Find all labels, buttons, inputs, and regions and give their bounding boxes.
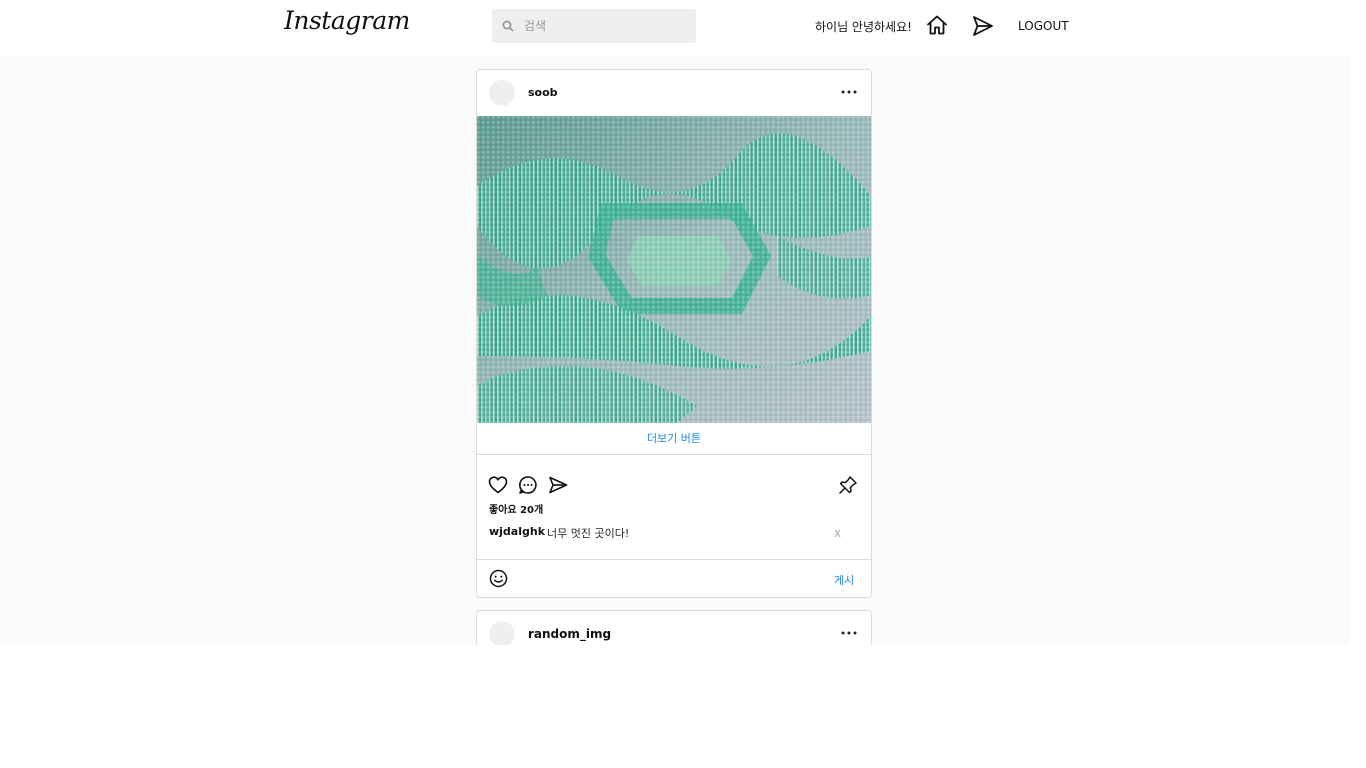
post-comment-button[interactable]: 게시 (834, 572, 854, 588)
post-card: random_img (476, 610, 872, 645)
heart-icon[interactable] (488, 475, 508, 495)
comment-text: 너무 멋진 곳이다! (547, 527, 630, 540)
post-image[interactable] (477, 116, 871, 423)
post-username[interactable]: soob (528, 86, 558, 99)
delete-comment-button[interactable]: x (834, 526, 841, 540)
logout-button[interactable]: LOGOUT (1018, 19, 1069, 33)
post-username[interactable]: random_img (528, 627, 611, 641)
avatar[interactable] (489, 80, 515, 106)
likes-count: 좋아요 20개 (489, 505, 544, 516)
comment-input-bar: 게시 (477, 560, 871, 597)
search-icon (502, 20, 514, 32)
post-actions: 좋아요 20개 wjdalghk 너무 멋진 곳이다! x (477, 455, 871, 560)
post-header: random_img (477, 611, 871, 645)
search-box[interactable] (492, 9, 696, 43)
avatar[interactable] (489, 621, 515, 645)
home-icon[interactable] (926, 14, 948, 36)
instagram-logo[interactable]: Instagram (284, 6, 410, 35)
send-icon[interactable] (972, 15, 994, 37)
feed: soob 더보기 버튼 좋아요 20개 wjdalghk 너무 멋진 곳이다! … (0, 56, 1349, 645)
search-input[interactable] (524, 9, 684, 43)
post-card: soob 더보기 버튼 좋아요 20개 wjdalghk 너무 멋진 곳이다! … (476, 69, 872, 598)
pin-icon[interactable] (838, 475, 858, 495)
more-options-icon[interactable] (839, 621, 859, 645)
top-navbar: Instagram 하이님 안녕하세요! LOGOUT (0, 0, 1349, 56)
scrollbar[interactable] (1349, 0, 1366, 645)
greeting-text: 하이님 안녕하세요! (815, 20, 912, 34)
more-options-icon[interactable] (839, 80, 859, 106)
emoji-icon[interactable] (489, 569, 508, 588)
comment-icon[interactable] (518, 475, 538, 495)
more-button[interactable]: 더보기 버튼 (477, 423, 871, 455)
comment-username[interactable]: wjdalghk (489, 525, 545, 538)
post-header: soob (477, 70, 871, 116)
share-icon[interactable] (548, 475, 568, 495)
